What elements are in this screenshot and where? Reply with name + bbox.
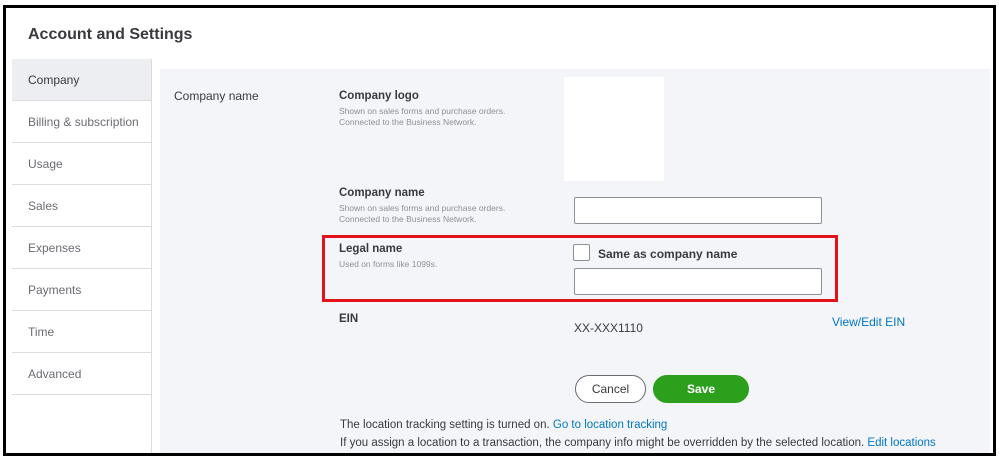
company-name-help: Shown on sales forms and purchase orders… [339, 203, 559, 225]
sidebar-item-expenses[interactable]: Expenses [12, 227, 151, 269]
sidebar-item-label: Payments [28, 282, 82, 297]
cancel-button[interactable]: Cancel [575, 375, 646, 403]
page-title: Account and Settings [28, 26, 193, 43]
company-settings-panel[interactable]: Company name Company logo Shown on sales… [160, 69, 990, 453]
company-logo-upload[interactable] [564, 77, 664, 181]
location-tracking-text: The location tracking setting is turned … [340, 419, 550, 431]
sidebar-item-label: Time [28, 324, 55, 339]
sidebar-item-label: Sales [28, 198, 59, 213]
legal-name-title: Legal name [339, 243, 403, 255]
company-logo-help-line1: Shown on sales forms and purchase orders… [339, 106, 506, 116]
settings-sidebar: Company Billing & subscription Usage Sal… [12, 59, 152, 453]
legal-name-input[interactable] [574, 268, 822, 295]
save-button[interactable]: Save [653, 375, 749, 403]
company-logo-help-line2: Connected to the Business Network. [339, 117, 477, 127]
settings-window: Account and Settings Company Billing & s… [3, 5, 996, 456]
sidebar-item-sales[interactable]: Sales [12, 185, 151, 227]
sidebar-item-label: Expenses [28, 240, 81, 255]
location-override-text: If you assign a location to a transactio… [340, 437, 865, 449]
sidebar-item-usage[interactable]: Usage [12, 143, 151, 185]
view-edit-ein-link[interactable]: View/Edit EIN [832, 315, 905, 329]
legal-name-help: Used on forms like 1099s. [339, 259, 438, 269]
sidebar-item-label: Usage [28, 156, 63, 171]
same-as-company-name-label[interactable]: Same as company name [598, 247, 737, 261]
company-name-input[interactable] [574, 197, 822, 224]
company-name-help-line1: Shown on sales forms and purchase orders… [339, 203, 506, 213]
sidebar-item-label: Advanced [28, 366, 82, 381]
sidebar-item-payments[interactable]: Payments [12, 269, 151, 311]
section-label: Company name [174, 89, 259, 103]
ein-value: XX-XXX1110 [574, 321, 643, 335]
sidebar-item-label: Company [28, 72, 80, 87]
edit-locations-link[interactable]: Edit locations [867, 437, 935, 449]
same-as-company-name-checkbox[interactable] [573, 244, 590, 261]
sidebar-item-advanced[interactable]: Advanced [12, 353, 151, 395]
company-logo-help: Shown on sales forms and purchase orders… [339, 106, 559, 128]
company-name-help-line2: Connected to the Business Network. [339, 214, 477, 224]
sidebar-item-company[interactable]: Company [12, 59, 151, 101]
location-tracking-note: The location tracking setting is turned … [340, 419, 667, 431]
company-logo-title: Company logo [339, 90, 419, 102]
location-override-note: If you assign a location to a transactio… [340, 437, 936, 449]
go-to-location-tracking-link[interactable]: Go to location tracking [553, 419, 667, 431]
sidebar-item-billing-subscription[interactable]: Billing & subscription [12, 101, 151, 143]
ein-title: EIN [339, 313, 359, 325]
sidebar-item-time[interactable]: Time [12, 311, 151, 353]
company-name-title: Company name [339, 187, 425, 199]
sidebar-item-label: Billing & subscription [28, 114, 139, 129]
